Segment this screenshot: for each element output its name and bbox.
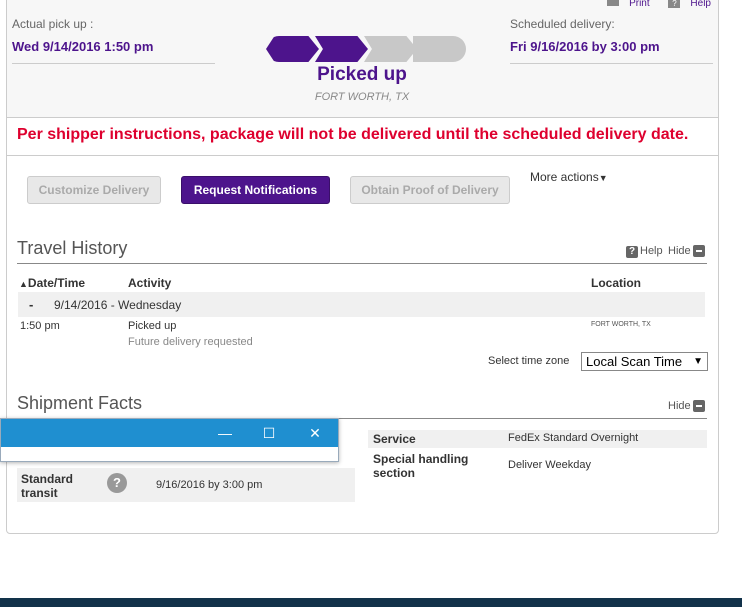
fact-label: Service — [373, 432, 416, 446]
collapse-icon — [692, 245, 705, 258]
warning-divider — [7, 155, 718, 156]
progress-bar — [266, 36, 466, 62]
print-link[interactable]: Print — [599, 0, 650, 9]
date-column-header[interactable]: ▲Date/Time — [19, 276, 85, 290]
fact-value: FedEx Standard Overnight — [508, 432, 639, 444]
help-link[interactable]: ? Help — [660, 0, 711, 9]
progress-step — [413, 36, 466, 62]
scheduled-value: Fri 9/16/2016 by 3:00 pm — [510, 39, 660, 54]
date-group-label: 9/14/2016 - Wednesday — [54, 298, 182, 312]
close-icon[interactable]: ✕ — [293, 419, 337, 447]
facts-hide-link[interactable]: Hide — [668, 400, 705, 413]
help-icon: ? — [668, 0, 681, 8]
fact-label: Special handling section — [373, 452, 469, 480]
top-links: Print ? Help — [591, 0, 711, 9]
shipment-facts-title: Shipment Facts — [17, 393, 143, 413]
timezone-label: Select time zone — [488, 355, 570, 367]
travel-history-title: Travel History — [17, 238, 128, 258]
event-location: FORT WORTH, TX — [591, 321, 651, 328]
pickup-divider — [12, 63, 215, 64]
fact-label: Standard transit — [21, 472, 74, 500]
window-titlebar[interactable]: — ☐ ✕ — [1, 419, 338, 447]
collapse-icon — [692, 400, 705, 413]
proof-of-delivery-button[interactable]: Obtain Proof of Delivery — [350, 176, 510, 204]
fact-value: Deliver Weekday — [508, 459, 591, 471]
scheduled-label: Scheduled delivery: — [510, 17, 615, 31]
travel-help-link[interactable]: ? Help — [626, 245, 663, 258]
location-column-header: Location — [591, 276, 641, 290]
pickup-value: Wed 9/14/2016 1:50 pm — [12, 39, 154, 54]
floating-window[interactable]: — ☐ ✕ — [0, 418, 339, 462]
tracking-page: Print ? Help Actual pick up : Wed 9/14/20… — [0, 0, 742, 607]
scheduled-divider — [510, 63, 713, 64]
dropdown-arrow-icon: ▼ — [693, 356, 703, 367]
status-location: FORT WORTH, TX — [314, 91, 410, 103]
printer-icon — [607, 0, 620, 6]
help-icon[interactable]: ? — [107, 473, 127, 493]
caret-down-icon: ▼ — [598, 173, 608, 183]
event-activity: Picked up — [128, 320, 177, 332]
desktop-background-strip — [0, 598, 742, 607]
summary-divider — [7, 117, 718, 118]
progress-step — [315, 36, 368, 62]
request-notifications-button[interactable]: Request Notifications — [181, 176, 330, 204]
minimize-icon[interactable]: — — [203, 419, 247, 447]
sort-asc-icon: ▲ — [19, 279, 28, 289]
delivery-warning: Per shipper instructions, package will n… — [17, 126, 689, 143]
timezone-select[interactable]: Local Scan Time ▼ — [581, 352, 708, 371]
collapse-date-toggle[interactable]: - — [29, 297, 33, 312]
shipment-status: Picked up — [317, 64, 407, 85]
customize-delivery-button[interactable]: Customize Delivery — [27, 176, 161, 204]
event-detail: Future delivery requested — [128, 336, 253, 348]
maximize-icon[interactable]: ☐ — [247, 419, 291, 447]
progress-step — [266, 36, 319, 62]
more-actions-menu[interactable]: More actions▼ — [530, 170, 608, 184]
pickup-label: Actual pick up : — [12, 17, 94, 31]
travel-hide-link[interactable]: Hide — [668, 245, 705, 258]
travel-divider — [17, 263, 707, 264]
help-icon: ? — [626, 246, 638, 258]
activity-column-header: Activity — [128, 276, 172, 290]
fact-value: 9/16/2016 by 3:00 pm — [156, 479, 263, 491]
progress-step — [364, 36, 417, 62]
event-time: 1:50 pm — [20, 320, 60, 332]
